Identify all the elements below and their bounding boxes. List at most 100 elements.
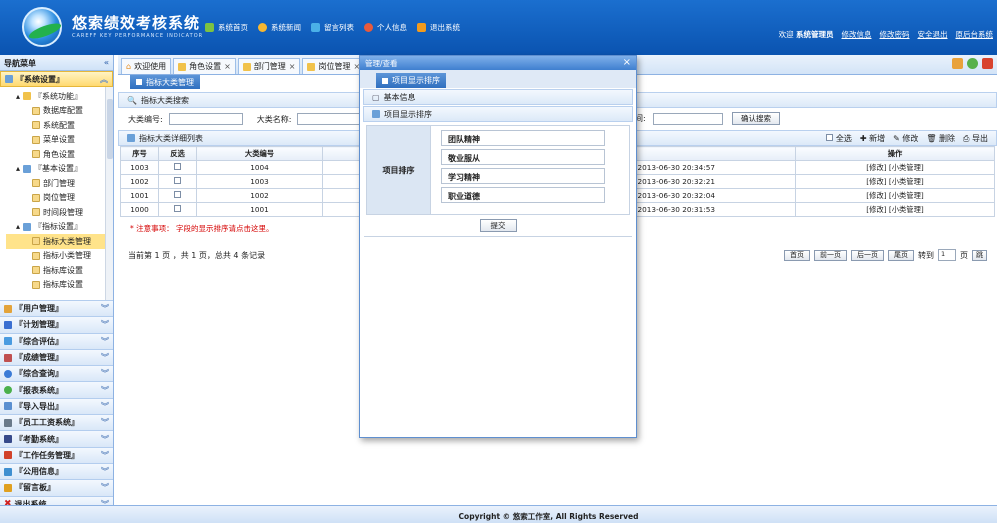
first-page-button[interactable]: 首页 <box>784 249 810 261</box>
menu-attendance[interactable]: 『考勤系统』 ︾ <box>0 430 113 447</box>
cell-ops[interactable]: [修改] [小类管理] <box>795 188 995 203</box>
chevron-down-icon: ︾ <box>101 336 109 346</box>
square-icon <box>136 79 142 85</box>
change-password-link[interactable]: 修改密码 <box>880 29 910 40</box>
tree-node-indicator-lib[interactable]: 指标库设置 <box>6 263 113 278</box>
row-checkbox[interactable] <box>174 191 181 198</box>
modal-tab-sort[interactable]: 项目显示排序 <box>376 73 446 88</box>
close-icon[interactable]: × <box>289 62 296 71</box>
row-checkbox[interactable] <box>174 163 181 170</box>
cell-id: 1001 <box>120 188 159 203</box>
code-input[interactable] <box>168 113 243 125</box>
collapse-icon[interactable]: « <box>104 58 109 67</box>
tree-node-dept[interactable]: 部门管理 <box>6 176 113 191</box>
menu-salary[interactable]: 『员工工资系统』 ︾ <box>0 414 113 431</box>
tree-node-period[interactable]: 时间段管理 <box>6 205 113 220</box>
sort-item[interactable]: 敬业服从 <box>441 149 605 165</box>
nav-logout[interactable]: 退出系统 <box>417 22 460 33</box>
cell-ops[interactable]: [修改] [小类管理] <box>795 174 995 189</box>
submit-button[interactable]: 提交 <box>479 219 517 232</box>
export-button[interactable]: ⎙ 导出 <box>963 133 988 144</box>
tree-node-post[interactable]: 岗位管理 <box>6 191 113 206</box>
safe-logout-link[interactable]: 安全退出 <box>918 29 948 40</box>
sort-item[interactable]: 学习精神 <box>441 168 605 184</box>
monitor-icon <box>23 222 32 231</box>
tree-node-sys-config[interactable]: 系统配置 <box>6 118 113 133</box>
close-icon[interactable]: × <box>623 58 631 68</box>
menu-score[interactable]: 『成绩管理』 ︾ <box>0 348 113 366</box>
select-all-button[interactable]: 全选 <box>826 133 852 144</box>
modal-tab-label: 项目显示排序 <box>392 76 440 85</box>
tab-post[interactable]: 岗位管理 × <box>302 58 366 74</box>
modal-titlebar[interactable]: 管理/查看 × <box>360 56 636 70</box>
scrollbar-thumb[interactable] <box>107 99 113 159</box>
tree-label: 数据库配置 <box>43 106 83 116</box>
tab-welcome[interactable]: ⌂ 欢迎使用 <box>121 58 172 74</box>
tree-node-menu[interactable]: 菜单设置 <box>6 133 113 148</box>
cell-ops[interactable]: [修改] [小类管理] <box>795 160 995 175</box>
cell-check[interactable] <box>158 174 197 189</box>
tree-node-system-func[interactable]: ▴ 『系统功能』 <box>6 89 113 104</box>
modal-footer: 提交 <box>360 219 636 232</box>
edit-button[interactable]: ✎ 修改 <box>893 133 918 144</box>
row-checkbox[interactable] <box>174 205 181 212</box>
cell-ops[interactable]: [修改] [小类管理] <box>795 202 995 217</box>
menu-evaluation[interactable]: 『综合评估』 ︾ <box>0 332 113 349</box>
next-page-button[interactable]: 后一页 <box>851 249 884 261</box>
menu-guestbook[interactable]: 『留言板』 ︾ <box>0 479 113 496</box>
search-button[interactable]: 确认搜索 <box>732 112 780 125</box>
cell-check[interactable] <box>158 188 197 203</box>
nav-profile[interactable]: 个人信息 <box>364 22 407 33</box>
prev-page-button[interactable]: 前一页 <box>814 249 847 261</box>
menu-import-export[interactable]: 『导入导出』 ︾ <box>0 397 113 415</box>
cell-check[interactable] <box>158 202 197 217</box>
sort-item[interactable]: 团队精神 <box>441 130 605 146</box>
chevron-down-icon: ︾ <box>101 320 109 330</box>
tab-role[interactable]: 角色设置 × <box>173 58 236 74</box>
menu-public-info[interactable]: 『公用信息』 ︾ <box>0 462 113 480</box>
nav-news[interactable]: 系统新闻 <box>258 22 301 33</box>
goto-page-input[interactable]: 1 <box>938 249 956 261</box>
time-input[interactable] <box>653 113 723 125</box>
tree-node-role[interactable]: 角色设置 <box>6 147 113 162</box>
menu-task[interactable]: 『工作任务管理』 ︾ <box>0 446 113 463</box>
home-icon <box>205 23 214 32</box>
row-checkbox[interactable] <box>174 177 181 184</box>
menu-query[interactable]: 『综合查询』 ︾ <box>0 365 113 382</box>
tree-node-indicator-lib-2[interactable]: 指标库设置 <box>6 278 113 293</box>
go-button[interactable]: 跳 <box>972 249 987 261</box>
section-label: 基本信息 <box>383 92 416 102</box>
home-icon[interactable] <box>952 58 963 69</box>
chevron-down-icon: ︾ <box>101 353 109 363</box>
nav-home[interactable]: 系统首页 <box>205 22 248 33</box>
sort-item[interactable]: 职业道德 <box>441 187 605 203</box>
sidebar-menu-groups: 『用户管理』 ︾ 『计划管理』 ︾ 『综合评估』 ︾ 『成绩管理』 ︾ 『综合查询』 ︾ … <box>0 300 113 512</box>
tab-dept[interactable]: 部门管理 × <box>237 58 301 74</box>
section-label: 项目显示排序 <box>384 109 432 119</box>
tree-node-indicator-major[interactable]: 指标大类管理 <box>6 234 113 249</box>
sidebar-scrollbar[interactable] <box>105 87 113 300</box>
tree-node-indicator-minor[interactable]: 指标小类管理 <box>6 249 113 264</box>
tree-node-indicator[interactable]: ▴ 『指标设置』 <box>6 220 113 235</box>
refresh-icon[interactable] <box>967 58 978 69</box>
subtab-indicator-major[interactable]: 指标大类管理 <box>130 75 200 89</box>
sidebar-current-group[interactable]: 『系统设置』 ︽ <box>0 71 113 87</box>
add-button[interactable]: ✚ 新增 <box>860 133 885 144</box>
page-icon <box>32 280 40 289</box>
menu-plan[interactable]: 『计划管理』 ︾ <box>0 316 113 333</box>
nav-label: 系统新闻 <box>271 23 301 32</box>
close-all-icon[interactable] <box>982 58 993 69</box>
delete-button[interactable]: 🗑 删除 <box>926 133 955 144</box>
menu-label: 『公用信息』 <box>15 467 63 477</box>
last-page-button[interactable]: 尾页 <box>888 249 914 261</box>
menu-user[interactable]: 『用户管理』 ︾ <box>0 300 113 317</box>
cell-check[interactable] <box>158 160 197 175</box>
edit-info-link[interactable]: 修改信息 <box>842 29 872 40</box>
tree-node-db-config[interactable]: 数据库配置 <box>6 104 113 119</box>
name-input[interactable] <box>297 113 368 125</box>
menu-report[interactable]: 『报表系统』 ︾ <box>0 381 113 398</box>
old-admin-link[interactable]: 原后台系统 <box>956 29 994 40</box>
nav-messages[interactable]: 留言列表 <box>311 22 354 33</box>
tree-node-basic[interactable]: ▴ 『基本设置』 <box>6 162 113 177</box>
close-icon[interactable]: × <box>224 62 231 71</box>
